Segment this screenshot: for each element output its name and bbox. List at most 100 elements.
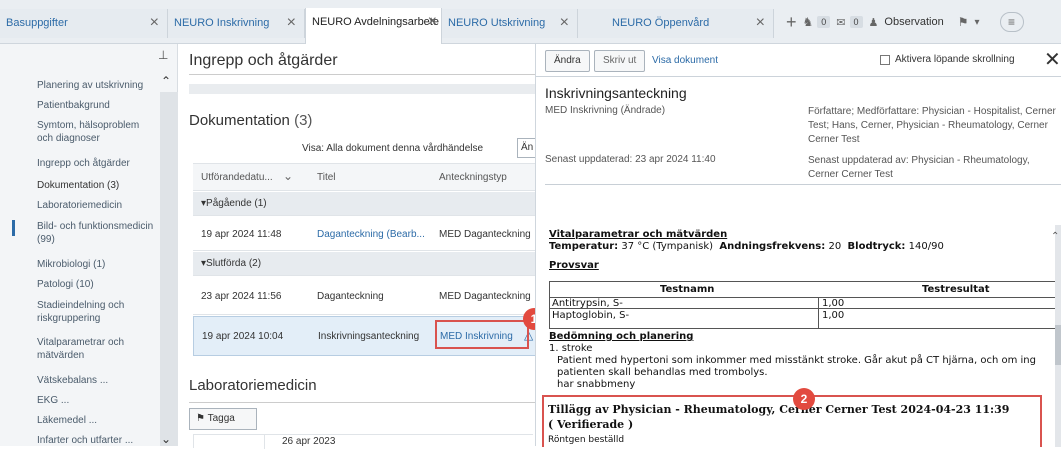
lab-date: 26 apr 2023 [282,436,336,447]
placeholder-bar [189,84,535,94]
scroll-up-icon[interactable]: ⌃ [161,74,171,88]
tab-label: NEURO Utskrivning [448,17,546,29]
vital-values: Temperatur: 37 °C (Tympanisk) Andningsfr… [549,241,944,252]
group-ongoing[interactable]: ▾ Pågående (1) [193,192,538,216]
scroll-thumb[interactable] [1055,325,1061,365]
pin-icon[interactable]: ⊥ [158,48,168,62]
scroll-checkbox[interactable] [880,55,890,65]
nav-bild-funktion[interactable]: Bild- och funktionsmedicin (99) [37,220,157,246]
close-icon[interactable]: × [287,14,296,32]
scroll-down-icon[interactable]: ⌄ [161,432,171,446]
filter-label: Visa: Alla dokument denna vårdhändelse [302,143,484,154]
nav-infarter[interactable]: Infarter och utfarter ... [37,434,157,447]
change-button[interactable]: Ändra [545,50,590,72]
last-updated-by: Senast uppdaterad av: Physician - Rheuma… [808,155,1030,180]
row-date: 23 apr 2024 11:56 [201,291,282,302]
checkbox-label: Aktivera löpande skrollning [895,54,1015,65]
nav-stadieindelning[interactable]: Stadieindelning och riskgruppering [37,299,157,325]
nav-dokumentation[interactable]: Dokumentation (3) [37,179,157,192]
plus-icon[interactable]: + [786,12,797,33]
dropdown-arrow[interactable]: ▾ [974,17,979,28]
assessment-item: 1. stroke [549,343,593,354]
tag-button-label: Tagga [207,413,235,424]
inbox-icon[interactable]: ✉ [836,16,845,29]
nav-patologi[interactable]: Patologi (10) [37,278,157,291]
close-icon[interactable]: × [756,14,765,32]
col-date[interactable]: Utförandedatu... [201,172,273,183]
authors: Författare; Medförfattare: Physician - H… [808,106,1056,145]
page-title: Ingrepp och åtgärder [189,52,338,69]
toolbar-icons: + ♞ 0 ✉ 0 ♟ Observation ⚑ ▾ ≡ [786,10,1024,34]
lab-row: Antitrypsin, S- 1,00 [550,298,1058,309]
nav-laboratoriemedicin[interactable]: Laboratoriemedicin [37,199,157,212]
nav-lakemedel[interactable]: Läkemedel ... [37,414,157,427]
row-title[interactable]: Inskrivningsanteckning [318,331,419,342]
heading-count: (3) [294,112,313,129]
lab-row-name: Haptoglobin, S- [552,310,630,321]
divider [189,74,535,75]
tab-label: NEURO Inskrivning [174,17,270,29]
lab-results-heading: Provsvar [549,260,599,271]
table-row[interactable]: 23 apr 2024 11:56 Daganteckning MED Daga… [193,277,538,315]
document-subtitle: MED Inskrivning (Ändrade) [545,105,666,116]
col-type[interactable]: Anteckningstyp [439,172,507,183]
col-title[interactable]: Titel [317,172,336,183]
menu-icon[interactable]: ≡ [999,12,1024,32]
left-navigation: ⊥ ⌃ ⌄ Planering av utskrivning Patientba… [0,44,178,446]
addendum-title: Tillägg av Physician - Rheumatology, Cer… [548,403,1010,416]
tag-button[interactable]: ⚑ Tagga [189,408,257,430]
lab-row: Haptoglobin, S- 1,00 [550,310,1058,321]
nav-symtom[interactable]: Symtom, hälsoproblem och diagnoser [37,119,157,145]
divider [536,76,1061,77]
assessment-extra: har snabbmeny [557,379,636,390]
tab-label: NEURO Öppenvård [612,17,710,29]
view-document-link[interactable]: Visa dokument [652,55,718,66]
tab-label: Basuppgifter [6,17,68,29]
table-row[interactable]: 19 apr 2024 11:48 Daganteckning (Bearb..… [193,217,538,251]
lab-row-value: 1,00 [822,310,845,321]
tab-neuro-avdelningsarbete[interactable]: NEURO Avdelningsarbete × [305,8,442,45]
nav-scrollbar[interactable] [160,92,178,446]
close-icon[interactable]: ✕ [1044,47,1061,72]
close-icon[interactable]: × [150,14,159,32]
row-type: MED Daganteckning [439,291,531,302]
document-title: Inskrivningsanteckning [545,85,687,101]
lab-row-name: Antitrypsin, S- [552,298,623,309]
tab-basuppgifter[interactable]: Basuppgifter × [0,9,168,38]
nav-planering[interactable]: Planering av utskrivning [37,79,157,92]
row-title[interactable]: Daganteckning [317,291,384,302]
divider [189,402,535,403]
scroll-up-icon[interactable]: ⌃ [1051,231,1059,242]
nav-mikrobiologi[interactable]: Mikrobiologi (1) [37,258,157,271]
row-title[interactable]: Daganteckning (Bearb... [317,229,425,240]
addendum-text: Röntgen beställd [548,435,625,445]
tag-icon[interactable]: ⚑ [958,15,969,29]
nav-vitalparametrar[interactable]: Vitalparametrar och mätvärden [37,336,157,362]
nav-ekg[interactable]: EKG ... [37,394,157,407]
table-header: Utförandedatu... ⌄ Titel Anteckningstyp [193,163,538,191]
lab-table-header: Testnamn Testresultat [550,282,1058,298]
nav-patientbakgrund[interactable]: Patientbakgrund [37,99,157,112]
row-type: MED Daganteckning [439,229,531,240]
tab-bar: Basuppgifter × NEURO Inskrivning × NEURO… [0,0,1061,45]
nav-ingrepp[interactable]: Ingrepp och åtgärder [37,157,157,170]
callout-number-2: 2 [793,388,815,410]
tab-neuro-oppenvard[interactable]: NEURO Öppenvård × [578,9,774,38]
group-done[interactable]: ▾ Slutförda (2) [193,252,538,276]
print-button[interactable]: Skriv ut [594,50,646,72]
tab-neuro-inskrivning[interactable]: NEURO Inskrivning × [168,9,305,38]
close-icon[interactable]: × [428,13,437,31]
callout-box-1 [435,320,529,349]
assessment-text: Patient med hypertoni som inkommer med m… [557,355,1036,378]
inbox-badge: 0 [849,16,863,28]
last-updated: Senast uppdaterad: 23 apr 2024 11:40 [545,154,716,165]
tab-neuro-utskrivning[interactable]: NEURO Utskrivning × [442,9,578,38]
nav-vatskebalans[interactable]: Vätskebalans ... [37,374,157,387]
lab-col-name: Testnamn [660,284,715,295]
addendum-status: ( Verifierade ) [548,418,634,431]
bell-icon[interactable]: ♞ [803,15,814,29]
documentation-heading: Dokumentation (3) [189,112,312,129]
observation-label[interactable]: Observation [884,16,943,28]
sort-icon[interactable]: ⌄ [283,169,293,183]
close-icon[interactable]: × [560,14,569,32]
